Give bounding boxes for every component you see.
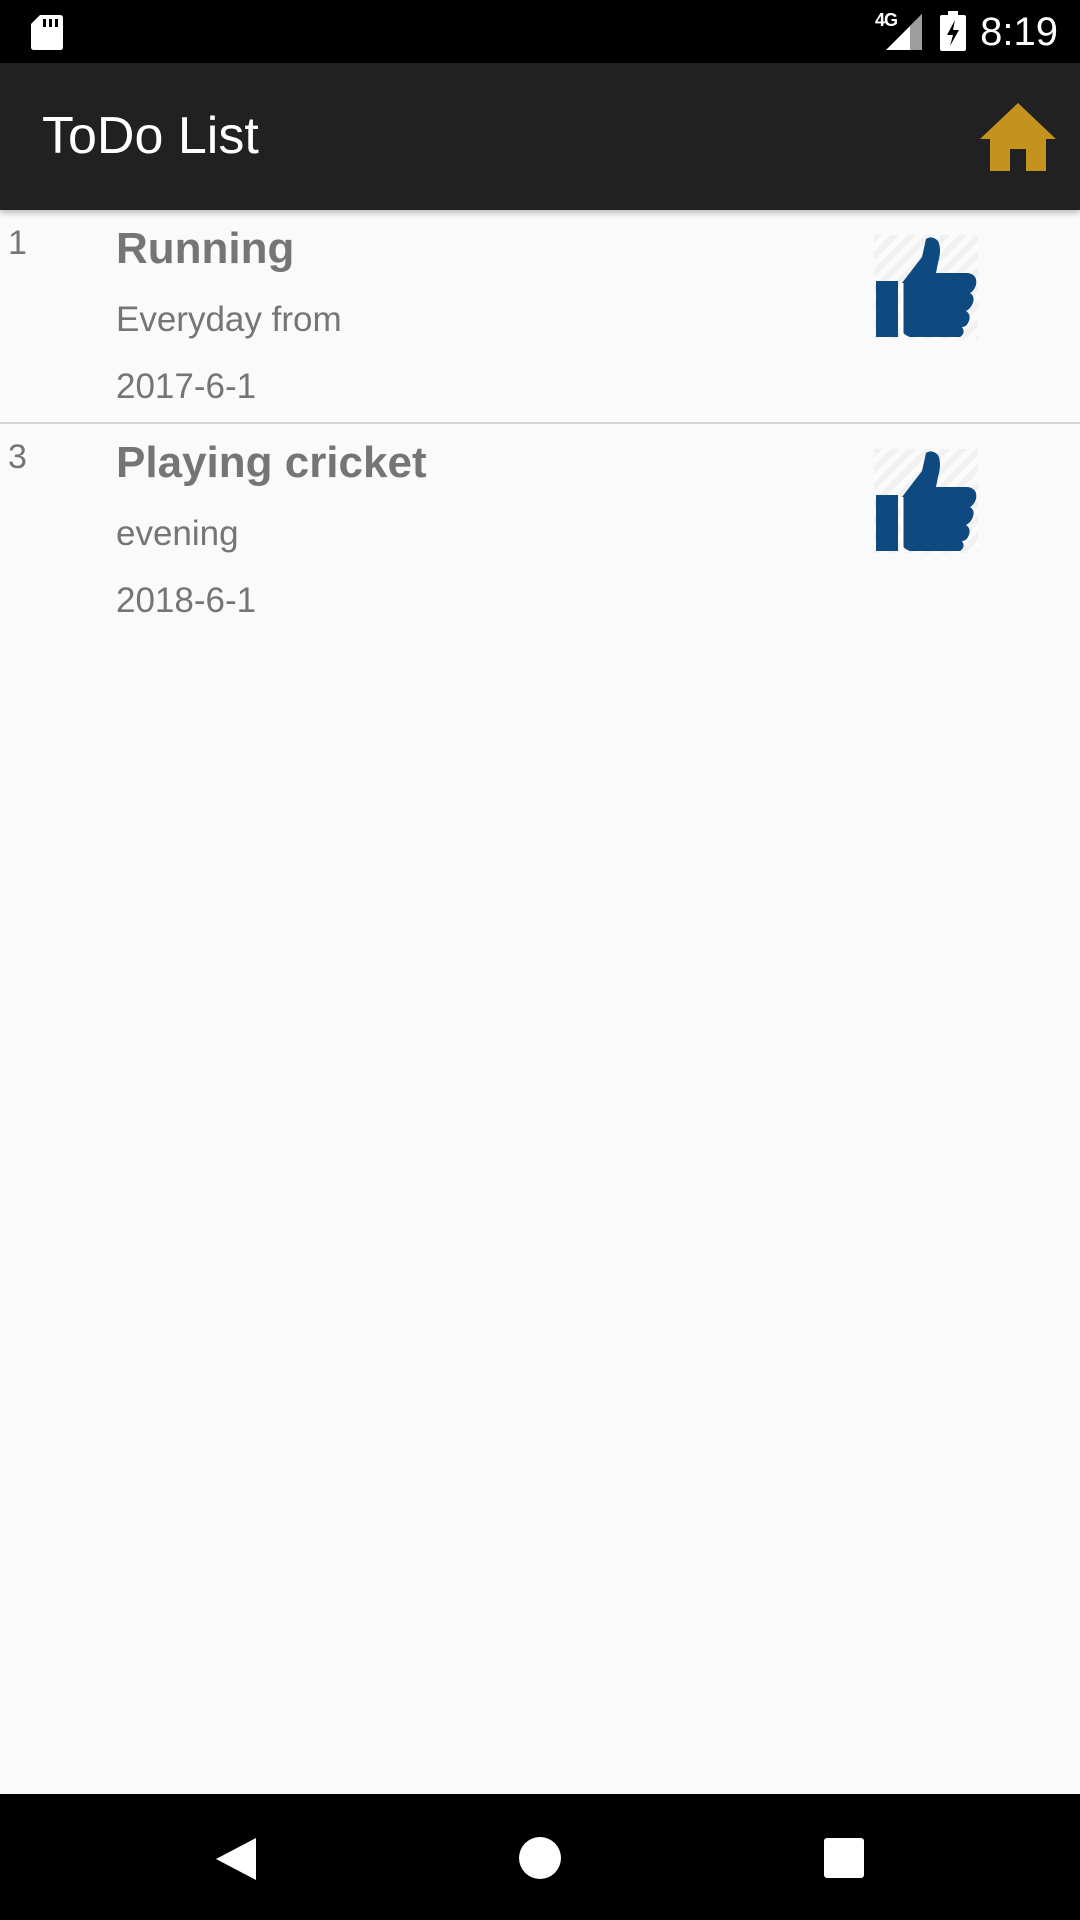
thumbs-up-icon[interactable] <box>874 449 978 553</box>
recents-icon[interactable] <box>824 1838 864 1878</box>
back-icon[interactable] <box>214 1836 258 1882</box>
todo-number: 3 <box>8 438 27 476</box>
todo-title: Playing cricket <box>116 438 427 487</box>
navigation-bar <box>0 1794 1080 1920</box>
todo-date: 2018-6-1 <box>116 581 257 620</box>
status-clock: 8:19 <box>980 10 1058 54</box>
home-icon[interactable] <box>978 99 1058 175</box>
signal-icon <box>886 14 922 50</box>
battery-charging-icon <box>940 11 966 51</box>
todo-date: 2017-6-1 <box>116 367 257 406</box>
status-bar: 4G 8:19 <box>0 0 1080 63</box>
todo-number: 1 <box>8 224 27 262</box>
todo-description: evening <box>116 514 239 553</box>
todo-list: 1 Running Everyday from 2017-6-1 3 Playi… <box>0 210 1080 636</box>
app-bar: ToDo List <box>0 63 1080 210</box>
todo-item[interactable]: 1 Running Everyday from 2017-6-1 <box>0 210 1080 424</box>
todo-item[interactable]: 3 Playing cricket evening 2018-6-1 <box>0 424 1080 636</box>
todo-description: Everyday from <box>116 300 342 339</box>
todo-title: Running <box>116 224 295 273</box>
app-title: ToDo List <box>42 107 259 165</box>
sd-card-icon <box>31 15 63 50</box>
thumbs-up-icon[interactable] <box>874 235 978 339</box>
home-circle-icon[interactable] <box>518 1836 562 1880</box>
